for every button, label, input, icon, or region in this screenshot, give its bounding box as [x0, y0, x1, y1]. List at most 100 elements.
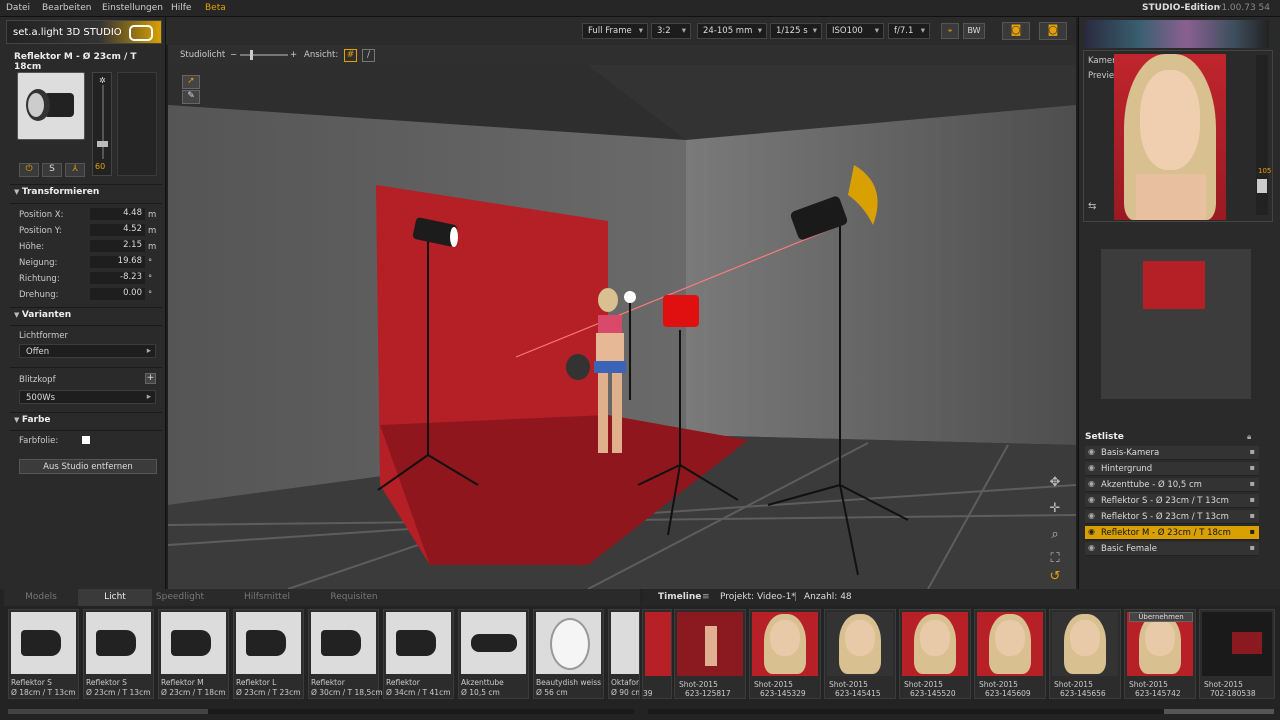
reset-view-icon[interactable]: ↺ [1044, 569, 1066, 587]
lock-icon[interactable]: ▪ [1250, 527, 1255, 536]
stand-icon[interactable]: ⅄ [65, 163, 85, 177]
eye-icon[interactable]: ◉ [1088, 543, 1095, 552]
measure-icon[interactable]: ✎ [182, 90, 200, 104]
variants-header[interactable]: Varianten [14, 310, 71, 325]
hoehe-input[interactable]: 2.15 [90, 240, 145, 252]
timeline-shot[interactable]: Shot-2015 623-145520 [899, 609, 971, 699]
setliste-item-selected[interactable]: ◉ Reflektor M - Ø 23cm / T 18cm ▪ [1085, 526, 1259, 540]
tab-speedlight[interactable]: Speedlight [143, 589, 217, 606]
select-arrow-icon[interactable]: ➚ [182, 75, 200, 89]
timeline-shot[interactable]: Shot-2015 702-180538 [1199, 609, 1275, 699]
lens-select[interactable]: 24-105 mm [697, 23, 767, 39]
menu-einstellungen[interactable]: Einstellungen [102, 3, 163, 13]
light-item[interactable]: Beautydish weiss Ø 56 cm [533, 609, 604, 699]
tab-models[interactable]: Models [4, 589, 78, 606]
power-icon[interactable]: ⏻ [19, 163, 39, 177]
tab-hilfsmittel[interactable]: Hilfsmittel [230, 589, 304, 606]
bw-button[interactable]: BW [963, 23, 985, 39]
lock-icon[interactable]: ▪ [1250, 447, 1255, 456]
lock-icon[interactable]: ▪ [1250, 463, 1255, 472]
shutter-select[interactable]: 1/125 s [770, 23, 822, 39]
timeline-scrollbar[interactable] [648, 709, 1274, 714]
color-header[interactable]: Farbe [14, 415, 51, 430]
menu-beta[interactable]: Beta [205, 3, 226, 13]
light-item[interactable]: Reflektor SØ 23cm / T 13cm [83, 609, 154, 699]
zoom-slider[interactable]: 105 [1256, 55, 1271, 215]
timeline-shot[interactable]: Übernehmen Shot-2015 623-145742 [1124, 609, 1196, 699]
eye-icon[interactable]: ◉ [1088, 479, 1095, 488]
add-icon[interactable]: + [145, 373, 156, 384]
setliste-item[interactable]: ◉ Reflektor S - Ø 23cm / T 13cm ▪ [1085, 510, 1259, 524]
eye-icon[interactable]: ◉ [1088, 447, 1095, 456]
slider-knob[interactable] [250, 50, 253, 60]
power-slider[interactable]: ✲ 60 [92, 72, 112, 176]
position-y-input[interactable]: 4.52 [90, 224, 145, 236]
transform-header[interactable]: Transformieren [14, 187, 99, 202]
light-item[interactable]: Reflektor Ø 34cm / T 41cm [383, 609, 454, 699]
line-icon[interactable]: / [362, 49, 375, 62]
plus-icon[interactable]: + [290, 50, 297, 60]
eye-icon[interactable]: ◉ [1088, 511, 1095, 520]
menu-hilfe[interactable]: Hilfe [171, 3, 191, 13]
zoom-icon[interactable]: ⌕ [1044, 527, 1066, 545]
timeline-shot[interactable]: Shot-2015 623-145415 [824, 609, 896, 699]
timeline-shot[interactable]: 39 [642, 609, 672, 699]
neigung-input[interactable]: 19.68 [90, 256, 145, 268]
lock-icon[interactable]: 🔒︎ [1247, 432, 1251, 442]
lock-icon[interactable]: ▪ [1250, 479, 1255, 488]
eye-icon[interactable]: ◉ [1088, 495, 1095, 504]
solo-button[interactable]: S [42, 163, 62, 177]
frame-select[interactable]: Full Frame [582, 23, 648, 39]
tab-licht[interactable]: Licht [78, 589, 152, 606]
iso-select[interactable]: ISO100 [826, 23, 884, 39]
color-swatch[interactable] [82, 436, 90, 444]
zoom-slider-knob[interactable] [1257, 179, 1267, 193]
studiolicht-slider[interactable] [240, 54, 288, 56]
setliste-item[interactable]: ◉ Reflektor S - Ø 23cm / T 13cm ▪ [1085, 494, 1259, 508]
menu-bearbeiten[interactable]: Bearbeiten [42, 3, 91, 13]
timeline-shot[interactable]: Shot-2015 623-125817 [674, 609, 746, 699]
light-item[interactable]: Reflektor SØ 18cm / T 13cm [8, 609, 79, 699]
library-scrollbar[interactable] [8, 709, 634, 714]
timeline-shot[interactable]: Shot-2015 623-145329 [749, 609, 821, 699]
timeline-shot[interactable]: Shot-2015 623-145609 [974, 609, 1046, 699]
minus-icon[interactable]: − [230, 50, 237, 60]
richtung-input[interactable]: -8.23 [90, 272, 145, 284]
drehung-input[interactable]: 0.00 [90, 288, 145, 300]
studio-minimap[interactable] [1101, 249, 1251, 399]
uebernehmen-button[interactable]: Übernehmen [1129, 612, 1193, 622]
remove-from-studio-button[interactable]: Aus Studio entfernen [19, 459, 157, 474]
setliste-item[interactable]: ◉ Akzenttube - Ø 10,5 cm ▪ [1085, 478, 1259, 492]
position-x-input[interactable]: 4.48 [90, 208, 145, 220]
lock-icon[interactable]: ▪ [1250, 511, 1255, 520]
setliste-item[interactable]: ◉ Basic Female ▪ [1085, 542, 1259, 556]
fit-view-icon[interactable]: ⛶ [1044, 551, 1066, 569]
blitzkopf-select[interactable]: 500Ws [19, 390, 156, 404]
camera-icon[interactable]: ◙ [1002, 22, 1030, 40]
orbit-icon[interactable]: ✥ [1044, 475, 1066, 493]
3d-viewport[interactable]: Studiolicht − + Ansicht: # / ➚ ✎ ✥ ✛ ⌕ ⛶… [168, 45, 1076, 589]
swap-icon[interactable]: ⇆ [1088, 201, 1096, 212]
grid-icon[interactable]: # [344, 49, 357, 62]
timeline-shot[interactable]: Shot-2015 623-145656 [1049, 609, 1121, 699]
ratio-select[interactable]: 3:2 [651, 23, 691, 39]
tab-requisiten[interactable]: Requisiten [317, 589, 391, 606]
light-item[interactable]: Reflektor LØ 23cm / T 23cm [233, 609, 304, 699]
pan-icon[interactable]: ✛ [1044, 501, 1066, 519]
focus-icon[interactable]: ⌖ [941, 23, 959, 39]
aperture-select[interactable]: f/7.1 [888, 23, 930, 39]
setliste-item[interactable]: ◉ Basis-Kamera ▪ [1085, 446, 1259, 460]
lock-icon[interactable]: ▪ [1250, 543, 1255, 552]
menu-datei[interactable]: Datei [6, 3, 30, 13]
lichtformer-select[interactable]: Offen [19, 344, 156, 358]
lock-icon[interactable]: ▪ [1250, 495, 1255, 504]
light-item[interactable]: Reflektor Ø 30cm / T 18,5cm [308, 609, 383, 699]
setliste-item[interactable]: ◉ Hintergrund ▪ [1085, 462, 1259, 476]
eye-icon[interactable]: ◉ [1088, 463, 1095, 472]
light-item[interactable]: Akzenttube Ø 10,5 cm [458, 609, 529, 699]
light-item[interactable]: OktaformØ 90 cm [608, 609, 640, 699]
camera-shoot-icon[interactable]: ◙ [1039, 22, 1067, 40]
light-item[interactable]: Reflektor MØ 23cm / T 18cm [158, 609, 229, 699]
eye-icon[interactable]: ◉ [1088, 527, 1095, 536]
menu-icon[interactable]: ≡ [702, 592, 710, 602]
